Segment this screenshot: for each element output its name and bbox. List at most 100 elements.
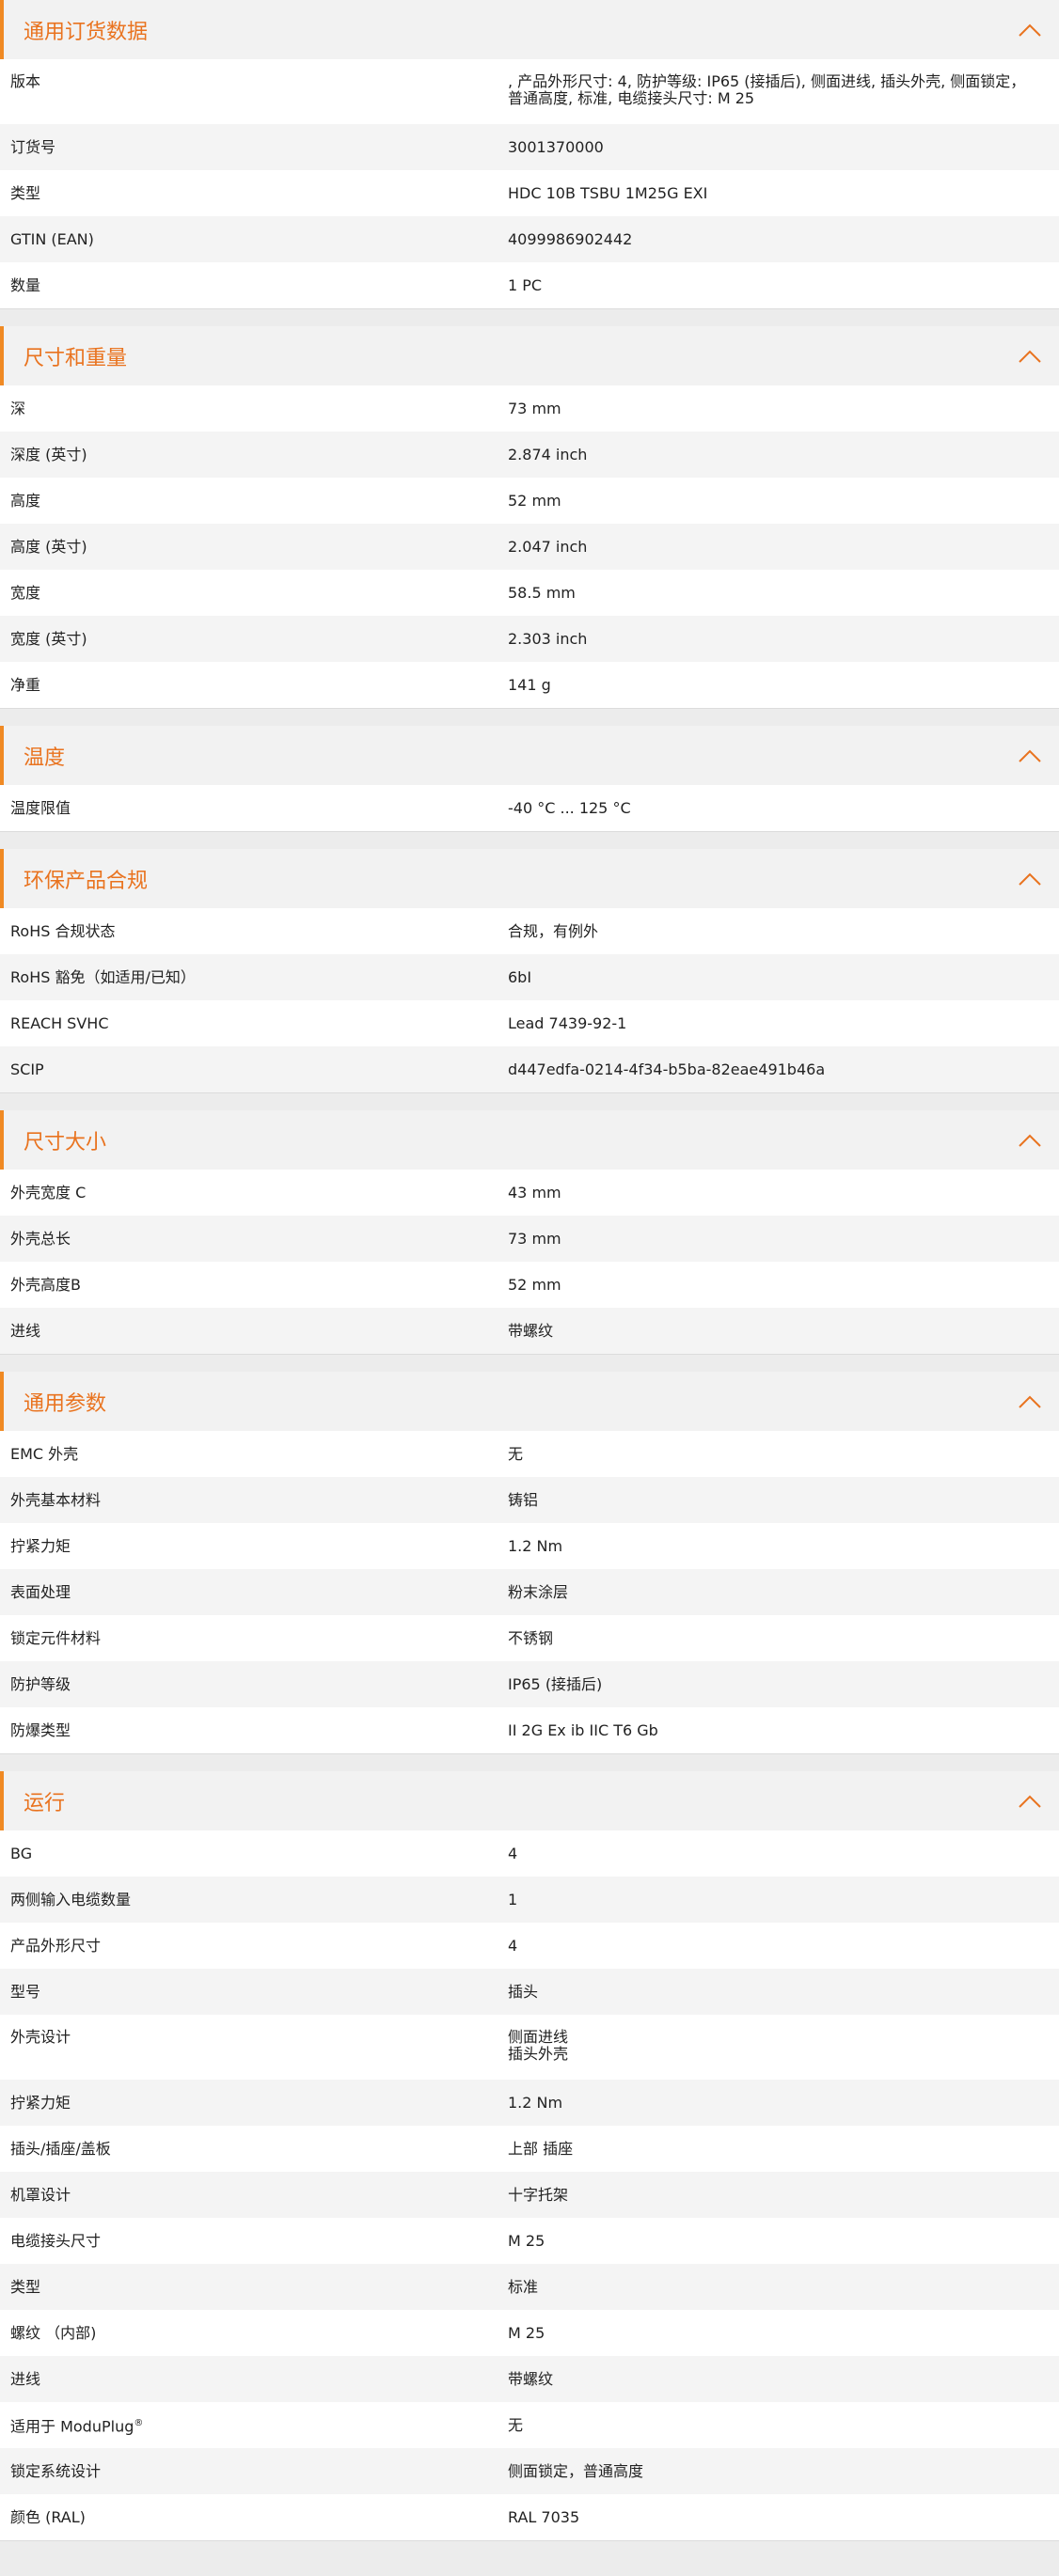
spec-row: 电缆接头尺寸 M 25: [0, 2218, 1059, 2264]
spec-value: 侧面进线 插头外壳: [508, 2028, 569, 2063]
spec-value: 插头: [508, 1982, 539, 2001]
spec-value: -40 °C ... 125 °C: [508, 798, 631, 817]
spec-label: 版本: [0, 73, 508, 90]
section-header[interactable]: 尺寸和重量: [0, 326, 1059, 385]
section-header[interactable]: 通用订货数据: [0, 0, 1059, 59]
section-header[interactable]: 运行: [0, 1771, 1059, 1830]
section-title: 通用参数: [24, 1391, 107, 1416]
spec-row: 净重 141 g: [0, 662, 1059, 708]
spec-value: 合规，有例外: [508, 921, 599, 940]
spec-rows: 深 73 mm 深度 (英寸) 2.874 inch 高度 52 mm 高度 (英寸) 2.0…: [0, 385, 1059, 709]
spec-value: 无: [508, 1444, 524, 1463]
spec-row: 锁定系统设计 侧面锁定，普通高度: [0, 2448, 1059, 2494]
spec-value: Lead 7439-92-1: [508, 1013, 627, 1032]
spec-row: 进线 带螺纹: [0, 2356, 1059, 2402]
spec-row: BG 4: [0, 1830, 1059, 1877]
spec-label-text: 防爆类型: [10, 1720, 71, 1739]
section-header[interactable]: 通用参数: [0, 1372, 1059, 1431]
chevron-up-icon[interactable]: [1016, 1388, 1044, 1416]
spec-value: 上部 插座: [508, 2139, 574, 2158]
spec-row: 进线 带螺纹: [0, 1308, 1059, 1354]
spec-label-text: 适用于 ModuPlug: [10, 2417, 134, 2436]
spec-value: 1.2 Nm: [508, 2093, 563, 2112]
spec-label-text: 进线: [10, 1321, 41, 1340]
chevron-up-icon[interactable]: [1016, 742, 1044, 770]
spec-value: 侧面锁定，普通高度: [508, 2461, 644, 2480]
spec-value: 2.303 inch: [508, 629, 588, 648]
spec-label: 高度: [0, 492, 508, 510]
spec-label: RoHS 豁免（如适用/已知）: [0, 967, 508, 986]
spec-row: 颜色 (RAL) RAL 7035: [0, 2494, 1059, 2540]
spec-label: 表面处理: [0, 1583, 508, 1601]
spec-label-text: 外壳设计: [10, 2028, 71, 2046]
spec-row: 产品外形尺寸 4: [0, 1923, 1059, 1969]
spec-row: 外壳高度B 52 mm: [0, 1262, 1059, 1308]
spec-row: 类型 标准: [0, 2264, 1059, 2310]
spec-label: 类型: [0, 183, 508, 202]
spec-row: 高度 (英寸) 2.047 inch: [0, 524, 1059, 570]
spec-value: 141 g: [508, 675, 551, 694]
spec-label-text: 类型: [10, 183, 41, 202]
chevron-up-icon[interactable]: [1016, 865, 1044, 893]
spec-rows: 温度限值 -40 °C ... 125 °C: [0, 785, 1059, 832]
chevron-up-icon[interactable]: [1016, 1126, 1044, 1154]
spec-value: 带螺纹: [508, 1321, 554, 1340]
spec-rows: BG 4 两侧输入电缆数量 1 产品外形尺寸 4 型号 插头 外壳设计 侧面进线 插头外壳 拧紧力矩…: [0, 1830, 1059, 2541]
spec-label: 进线: [0, 1321, 508, 1340]
spec-row: RoHS 豁免（如适用/已知） 6bI: [0, 954, 1059, 1000]
section-header[interactable]: 温度: [0, 726, 1059, 785]
spec-label: 外壳总长: [0, 1230, 508, 1248]
spec-label: 防爆类型: [0, 1720, 508, 1739]
spec-label: 防护等级: [0, 1675, 508, 1693]
spec-label-text: 宽度: [10, 583, 41, 602]
spec-label: 数量: [0, 275, 508, 294]
spec-label-text: 两侧输入电缆数量: [10, 1890, 132, 1908]
spec-value: 标准: [508, 2277, 539, 2296]
spec-row: 版本 , 产品外形尺寸: 4, 防护等级: IP65 (接插后), 侧面进线, 插…: [0, 59, 1059, 124]
spec-label-text: 外壳宽度 C: [10, 1183, 87, 1202]
spec-row: RoHS 合规状态 合规，有例外: [0, 908, 1059, 954]
spec-label: 颜色 (RAL): [0, 2508, 508, 2526]
spec-label-text: 深: [10, 399, 26, 417]
spec-value: 无: [508, 2415, 524, 2434]
spec-label: 锁定系统设计: [0, 2462, 508, 2480]
spec-label: 高度 (英寸): [0, 538, 508, 556]
spec-rows: RoHS 合规状态 合规，有例外 RoHS 豁免（如适用/已知） 6bI REACH S…: [0, 908, 1059, 1093]
spec-label: 深度 (英寸): [0, 445, 508, 463]
spec-value: 6bI: [508, 967, 532, 986]
spec-label-text: 外壳基本材料: [10, 1490, 102, 1509]
chevron-up-icon[interactable]: [1016, 16, 1044, 44]
spec-label-text: 拧紧力矩: [10, 1536, 71, 1555]
spec-label-text: 深度 (英寸): [10, 445, 87, 463]
spec-label-text: 机罩设计: [10, 2185, 71, 2204]
spec-row: 外壳设计 侧面进线 插头外壳: [0, 2015, 1059, 2080]
spec-label-text: 版本: [10, 72, 41, 90]
spec-label-text: EMC 外壳: [10, 1444, 79, 1463]
spec-label-text: 数量: [10, 275, 41, 294]
spec-value: II 2G Ex ib IIC T6 Gb: [508, 1720, 658, 1739]
spec-label: 宽度 (英寸): [0, 629, 508, 648]
spec-label: 进线: [0, 2370, 508, 2388]
spec-section: 尺寸和重量深 73 mm 深度 (英寸) 2.874 inch 高度 52 mm 高度 (英…: [0, 326, 1059, 709]
spec-label: 拧紧力矩: [0, 2093, 508, 2112]
spec-row: 两侧输入电缆数量 1: [0, 1877, 1059, 1923]
section-title: 温度: [24, 746, 66, 770]
section-header[interactable]: 环保产品合规: [0, 849, 1059, 908]
spec-label-text: BG: [10, 1844, 33, 1862]
spec-label: 外壳高度B: [0, 1276, 508, 1294]
spec-label-text: 温度限值: [10, 798, 71, 817]
chevron-up-icon[interactable]: [1016, 342, 1044, 370]
spec-row: 机罩设计 十字托架: [0, 2172, 1059, 2218]
spec-label-text: 螺纹 （内部): [10, 2323, 97, 2342]
spec-label-text: 宽度 (英寸): [10, 629, 87, 648]
section-title: 运行: [24, 1791, 66, 1815]
spec-value: IP65 (接插后): [508, 1674, 603, 1693]
section-header[interactable]: 尺寸大小: [0, 1110, 1059, 1170]
spec-value: 4: [508, 1844, 518, 1862]
section-title: 尺寸大小: [24, 1130, 107, 1154]
spec-label-text: 拧紧力矩: [10, 2093, 71, 2112]
spec-label-text: 订货号: [10, 137, 56, 156]
spec-label-text: SCIP: [10, 1060, 44, 1078]
spec-label-text: RoHS 豁免（如适用/已知）: [10, 967, 196, 986]
chevron-up-icon[interactable]: [1016, 1787, 1044, 1815]
